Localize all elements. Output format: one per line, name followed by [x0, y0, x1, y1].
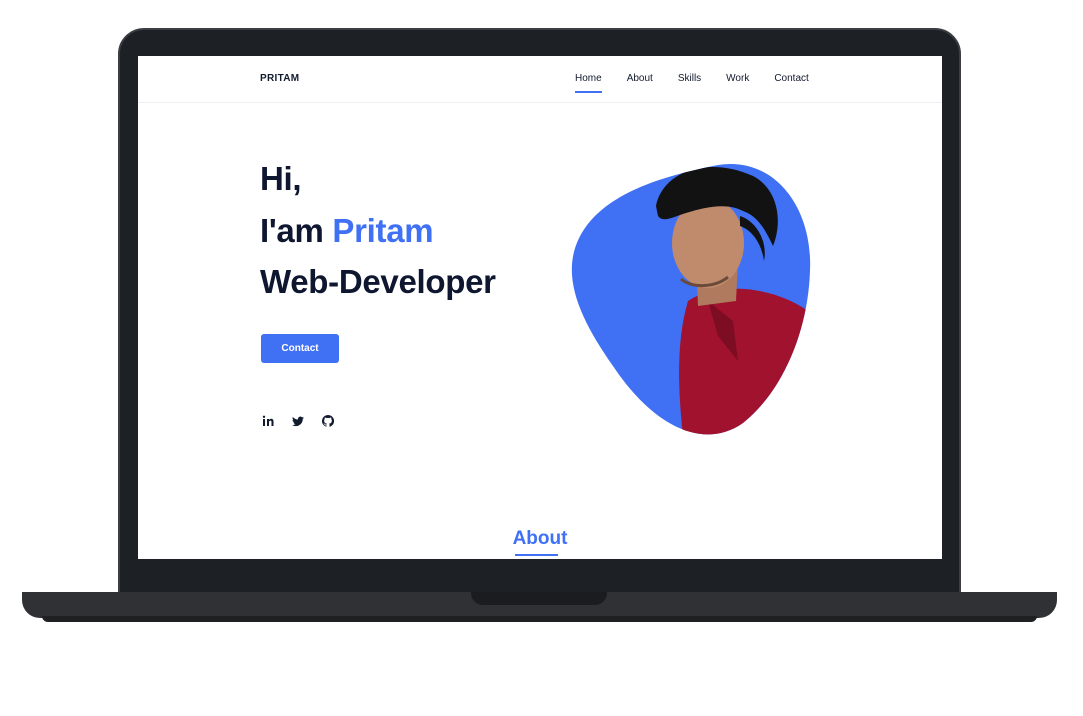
hero-intro: I'am Pritam: [260, 212, 434, 250]
hero-greeting: Hi,: [260, 160, 302, 197]
about-underline: [515, 554, 558, 556]
nav-about[interactable]: About: [627, 73, 653, 84]
site-logo[interactable]: PRITAM: [260, 73, 299, 84]
nav-skills[interactable]: Skills: [678, 73, 701, 84]
nav-work[interactable]: Work: [726, 73, 749, 84]
site-header: PRITAM Home About Skills Work Contact: [138, 56, 942, 103]
twitter-icon[interactable]: [291, 414, 305, 428]
social-links: [261, 414, 351, 428]
hero-image: [571, 163, 811, 435]
hero-intro-prefix: I'am: [260, 212, 324, 249]
laptop-notch: [471, 592, 607, 605]
github-icon[interactable]: [321, 414, 335, 428]
laptop-base-foot: [42, 616, 1037, 622]
nav-home[interactable]: Home: [575, 73, 602, 93]
hero-role: Web-Developer: [260, 263, 496, 300]
laptop-screen: PRITAM Home About Skills Work Contact Hi…: [138, 56, 942, 559]
contact-button[interactable]: Contact: [261, 334, 339, 363]
hero-name: Pritam: [332, 212, 434, 249]
about-section-title: About: [512, 528, 568, 549]
nav-contact[interactable]: Contact: [774, 73, 808, 84]
main-nav: Home About Skills Work Contact: [575, 73, 834, 93]
linkedin-icon[interactable]: [261, 414, 275, 428]
